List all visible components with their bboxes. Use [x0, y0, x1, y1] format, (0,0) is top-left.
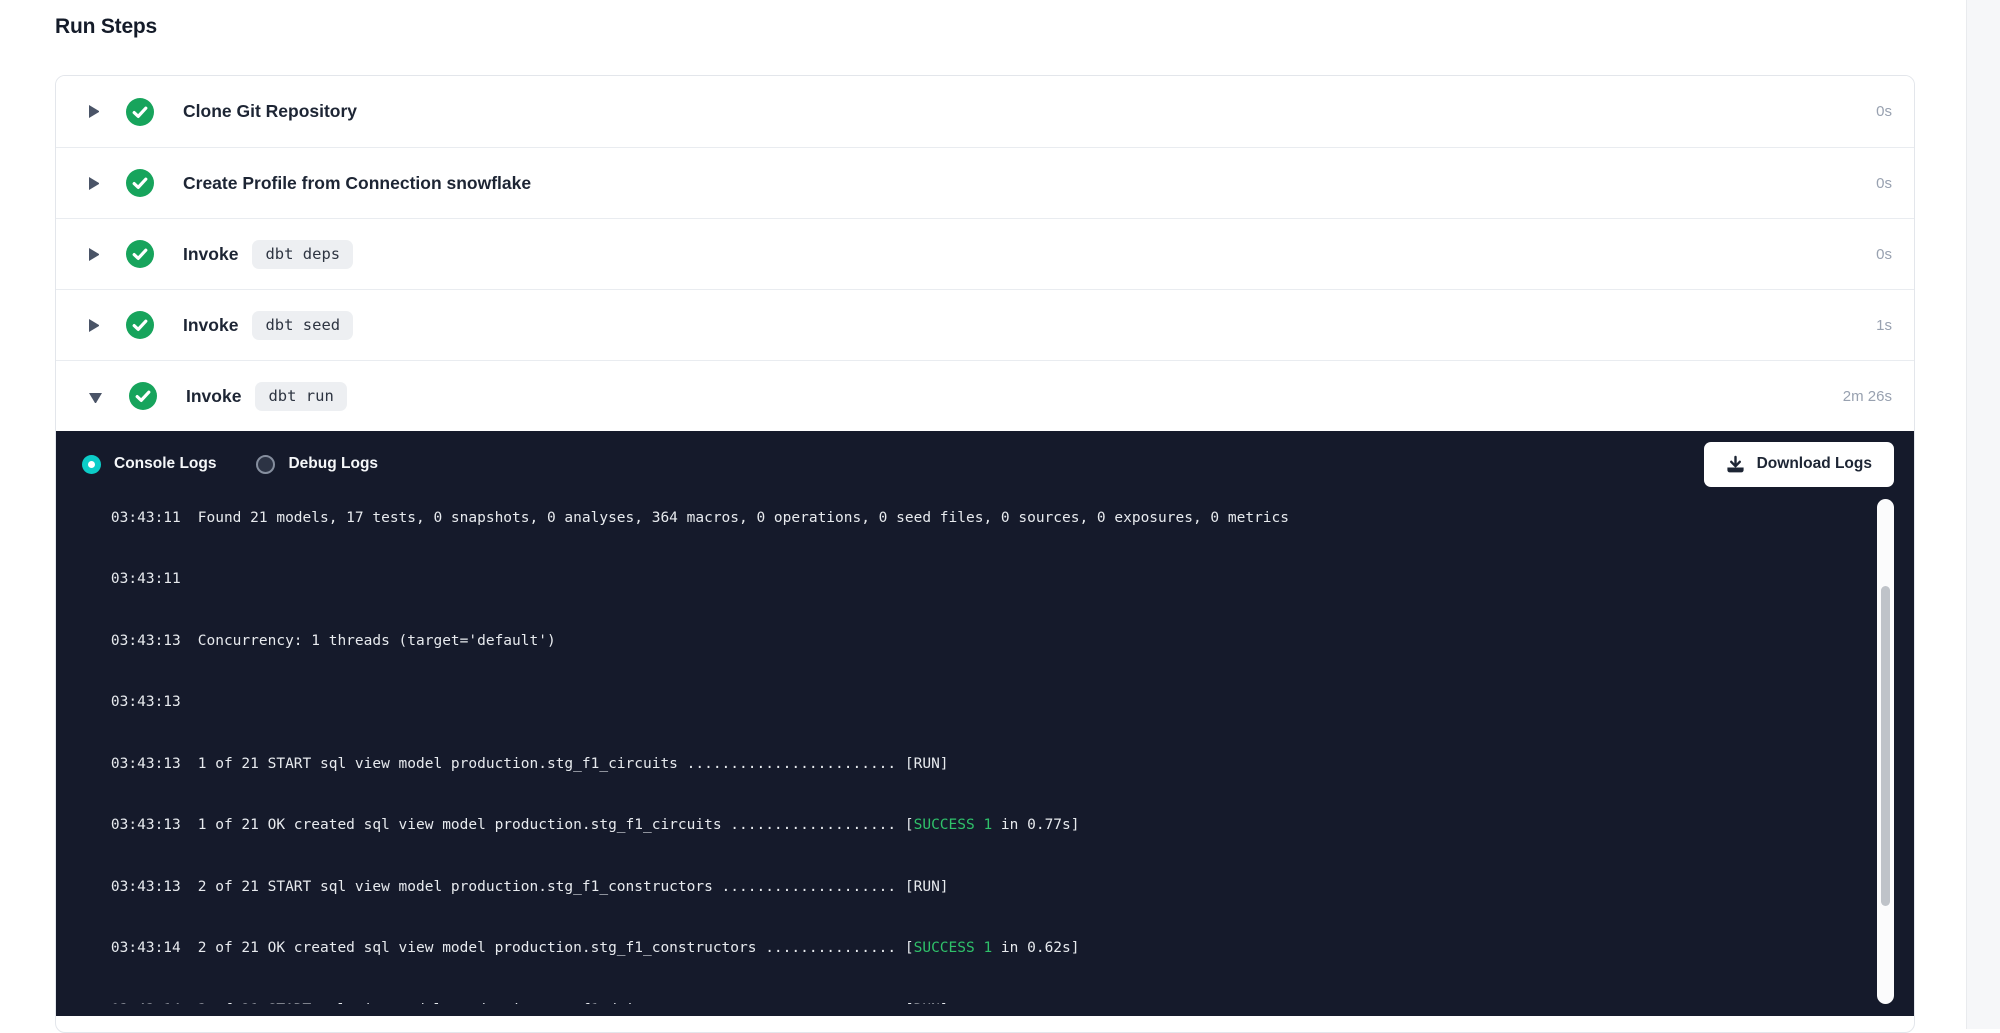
log-timestamp: 03:43:13 — [111, 756, 181, 772]
chevron-right-icon[interactable] — [89, 177, 99, 190]
log-type-radio-group: Console Logs Debug Logs — [82, 455, 418, 474]
log-line: 03:43:11 — [76, 549, 1869, 611]
download-logs-label: Download Logs — [1757, 455, 1872, 473]
step-command-badge: dbt run — [255, 382, 346, 411]
step-duration: 1s — [1876, 317, 1892, 334]
run-step-row[interactable]: Invoke dbt run 2m 26s — [56, 360, 1914, 431]
download-icon — [1726, 455, 1745, 474]
log-timestamp: 03:43:11 — [111, 571, 181, 587]
log-line: 03:43:13 Concurrency: 1 threads (target='… — [76, 610, 1869, 672]
log-status-bracket: [RUN] — [905, 879, 949, 895]
log-status-bracket: [RUN] — [905, 1002, 949, 1005]
chevron-down-icon[interactable] — [89, 393, 102, 403]
step-duration: 0s — [1876, 175, 1892, 192]
step-duration: 0s — [1876, 103, 1892, 120]
radio-label: Debug Logs — [288, 455, 378, 473]
success-check-icon — [126, 311, 154, 339]
log-scrollbar[interactable] — [1877, 499, 1894, 1004]
log-status-rest: in 0.77s] — [992, 817, 1079, 833]
step-label: Invoke — [183, 244, 238, 265]
run-step-row[interactable]: Invoke dbt seed 1s — [56, 289, 1914, 360]
log-timestamp: 03:43:13 — [111, 694, 181, 710]
log-line: 03:43:11 Found 21 models, 17 tests, 0 sna… — [76, 497, 1869, 549]
log-timestamp: 03:43:14 — [111, 1002, 181, 1005]
success-check-icon — [129, 382, 157, 410]
step-label: Invoke — [183, 315, 238, 336]
log-message: 2 of 21 START sql view model production.… — [198, 879, 905, 895]
step-duration: 0s — [1876, 246, 1892, 263]
page-title: Run Steps — [55, 14, 1915, 40]
step-command-badge: dbt deps — [252, 240, 353, 269]
log-message: 1 of 21 START sql view model production.… — [198, 756, 905, 772]
log-timestamp: 03:43:11 — [111, 510, 181, 526]
log-status-bracket: [RUN] — [905, 756, 949, 772]
log-panel-header: Console Logs Debug Logs Download Logs — [56, 431, 1914, 497]
log-status-bracket: [ — [905, 817, 914, 833]
log-status-bracket: [ — [905, 940, 914, 956]
log-message: 1 of 21 OK created sql view model produc… — [198, 817, 905, 833]
log-timestamp: 03:43:13 — [111, 817, 181, 833]
log-timestamp: 03:43:13 — [111, 633, 181, 649]
success-check-icon — [126, 98, 154, 126]
success-check-icon — [126, 240, 154, 268]
chevron-right-icon[interactable] — [89, 105, 99, 118]
step-command-badge: dbt seed — [252, 311, 353, 340]
log-status-rest: in 0.62s] — [992, 940, 1079, 956]
log-status-success: SUCCESS 1 — [914, 817, 993, 833]
radio-debug-logs[interactable]: Debug Logs — [256, 455, 378, 474]
step-label: Invoke — [186, 386, 241, 407]
log-scrollbar-thumb[interactable] — [1881, 586, 1890, 906]
log-message: Concurrency: 1 threads (target='default'… — [198, 633, 556, 649]
run-step-row[interactable]: Clone Git Repository 0s — [56, 76, 1914, 147]
log-message: 2 of 21 OK created sql view model produc… — [198, 940, 905, 956]
step-label: Clone Git Repository — [183, 101, 357, 122]
log-line: 03:43:13 1 of 21 OK created sql view mode… — [76, 795, 1869, 857]
radio-label: Console Logs — [114, 455, 216, 473]
log-lines: 03:43:11 Found 21 models, 17 tests, 0 sna… — [76, 497, 1869, 1004]
run-steps-page: Run Steps Clone Git Repository 0s Create… — [55, 0, 1915, 1033]
log-message: Found 21 models, 17 tests, 0 snapshots, … — [198, 510, 1289, 526]
run-step-row[interactable]: Create Profile from Connection snowflake… — [56, 147, 1914, 218]
log-line: 03:43:13 1 of 21 START sql view model pro… — [76, 733, 1869, 795]
radio-icon — [82, 455, 101, 474]
step-duration: 2m 26s — [1843, 388, 1892, 405]
chevron-right-icon[interactable] — [89, 248, 99, 261]
page-right-gutter — [1966, 0, 2000, 1029]
radio-console-logs[interactable]: Console Logs — [82, 455, 216, 474]
radio-icon — [256, 455, 275, 474]
success-check-icon — [126, 169, 154, 197]
log-status-success: SUCCESS 1 — [914, 940, 993, 956]
log-line: 03:43:14 2 of 21 OK created sql view mode… — [76, 918, 1869, 980]
run-steps-list: Clone Git Repository 0s Create Profile f… — [56, 76, 1914, 431]
log-timestamp: 03:43:13 — [111, 879, 181, 895]
log-panel: Console Logs Debug Logs Download Logs 03… — [56, 431, 1914, 1016]
run-steps-card: Clone Git Repository 0s Create Profile f… — [55, 75, 1915, 1033]
run-step-row[interactable]: Invoke dbt deps 0s — [56, 218, 1914, 289]
download-logs-button[interactable]: Download Logs — [1704, 442, 1894, 487]
log-timestamp: 03:43:14 — [111, 940, 181, 956]
console-log-output[interactable]: 03:43:11 Found 21 models, 17 tests, 0 sna… — [56, 497, 1869, 1004]
log-message: 3 of 21 START sql view model production.… — [198, 1002, 905, 1005]
chevron-right-icon[interactable] — [89, 319, 99, 332]
log-line: 03:43:13 — [76, 672, 1869, 734]
log-line: 03:43:13 2 of 21 START sql view model pro… — [76, 856, 1869, 918]
step-label: Create Profile from Connection snowflake — [183, 173, 531, 194]
log-line: 03:43:14 3 of 21 START sql view model pro… — [76, 979, 1869, 1004]
